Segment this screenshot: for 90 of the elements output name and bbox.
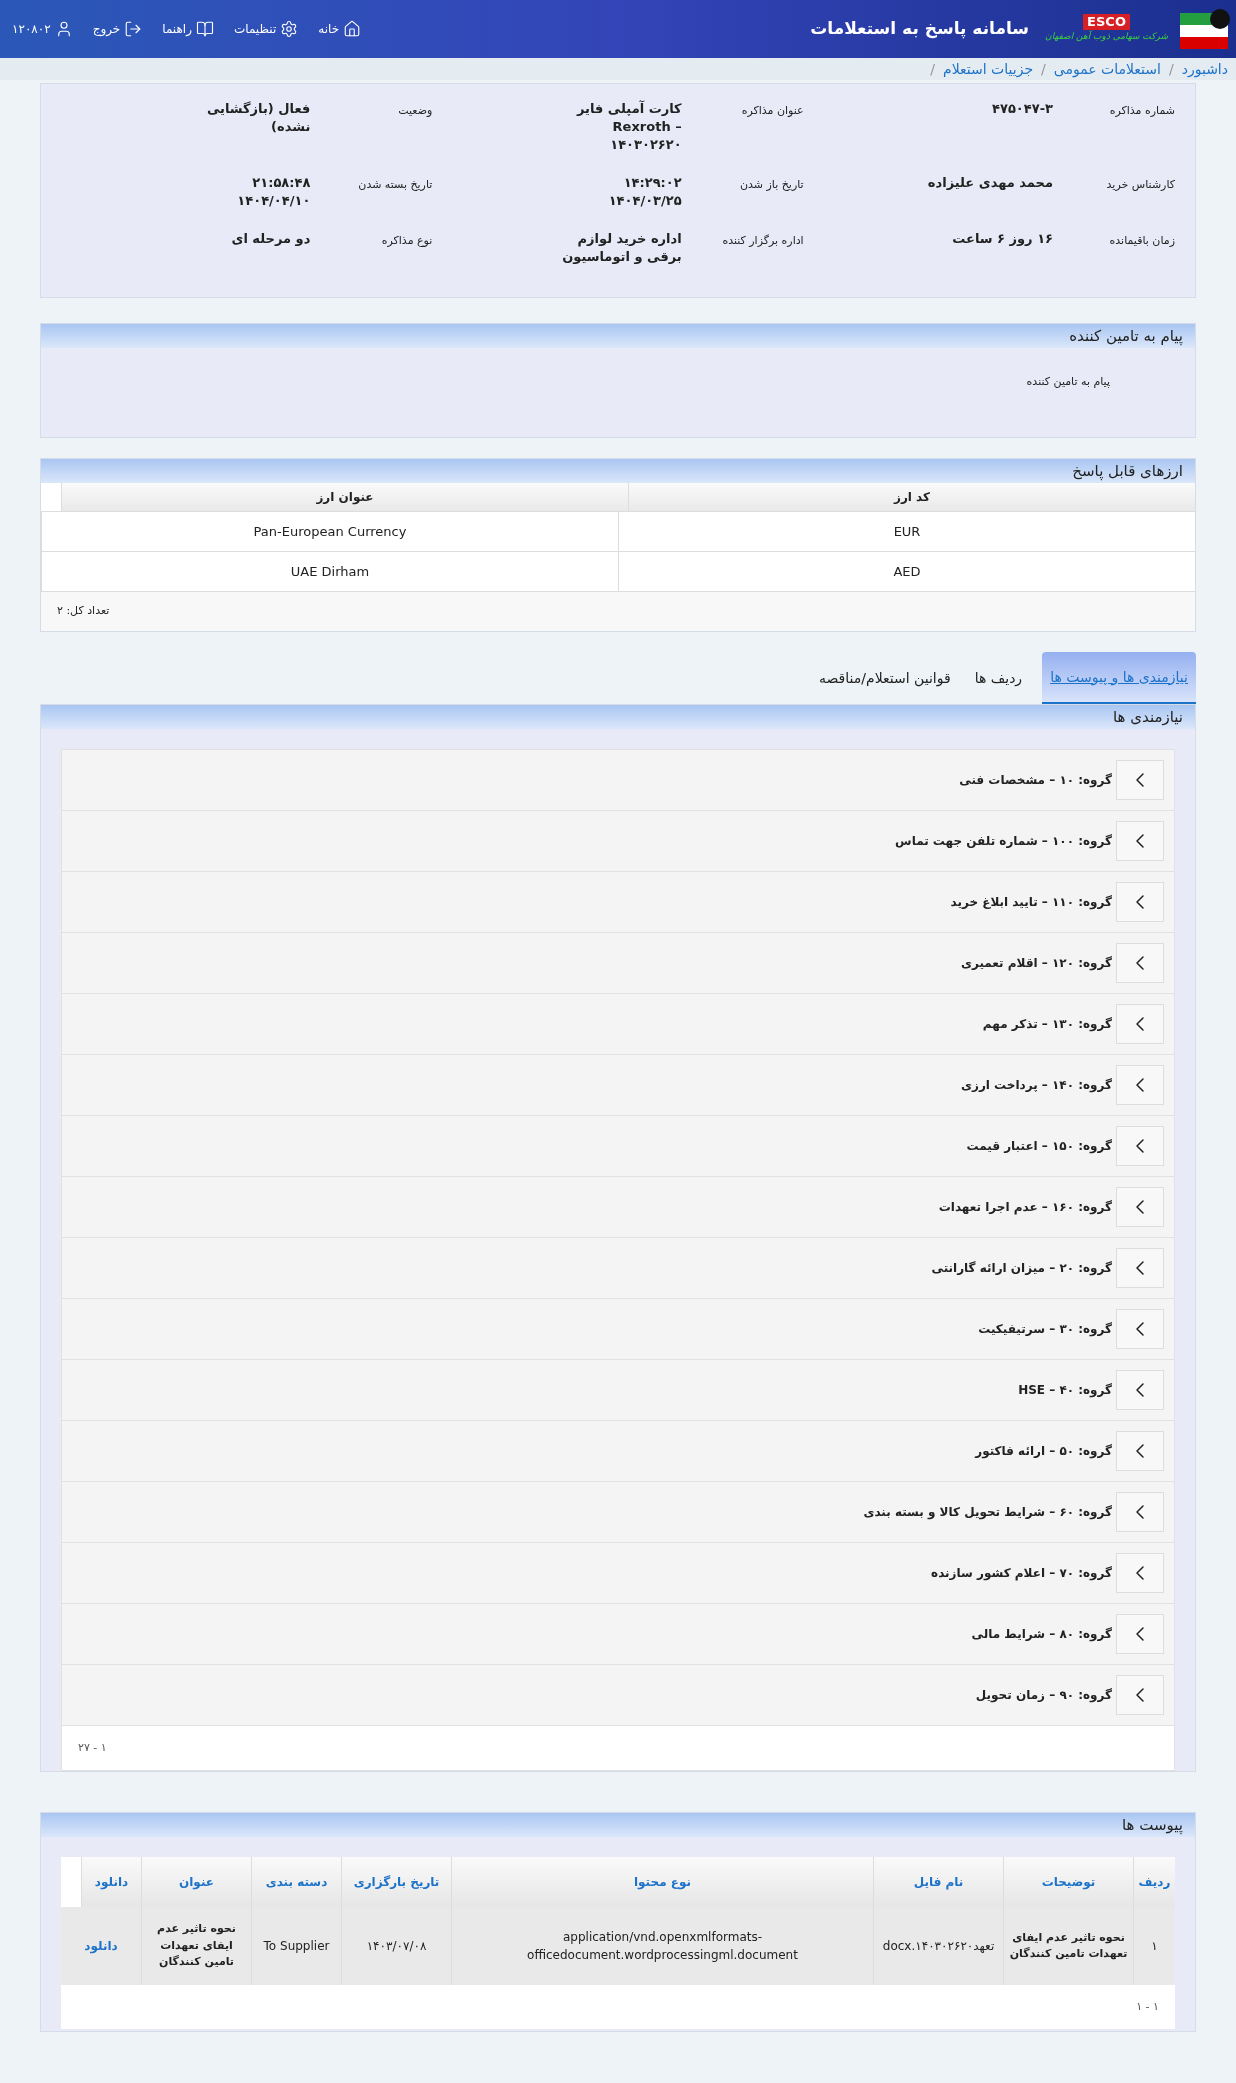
panel-header: نیازمندی ها — [41, 705, 1195, 729]
group-title: گروه: ۱۱۰ – تایید ابلاغ خرید — [950, 894, 1112, 911]
group-title: گروه: ۱۴۰ – پرداخت ارزی — [961, 1077, 1112, 1094]
home-icon — [343, 20, 362, 38]
panel-header: ارزهای قابل پاسخ — [41, 459, 1195, 483]
field-value: ۱۶ روز ۶ ساعت — [951, 230, 1053, 248]
group-title: گروه: ۳۰ – سرتیفیکیت — [978, 1321, 1112, 1338]
field-value: ۴۷۵۰۴۷-۳ — [991, 100, 1053, 118]
table-cell: ۱۴۰۳/۰۷/۰۸ — [341, 1907, 451, 1985]
group-title: گروه: ۷۰ – اعلام کشور سازنده — [931, 1565, 1112, 1582]
expand-button[interactable] — [1116, 1187, 1164, 1227]
book-icon — [195, 20, 214, 38]
field-label: اداره برگزار کننده — [721, 233, 804, 249]
expand-button[interactable] — [1116, 943, 1164, 983]
breadcrumb-separator: / — [1168, 59, 1174, 79]
group-title: گروه: ۱۵۰ – اعتبار قیمت — [966, 1138, 1112, 1155]
user-id: ۱۲۰۸۰۲ — [12, 21, 51, 38]
expand-button[interactable] — [1116, 1065, 1164, 1105]
nav-link[interactable]: تنظیمات — [233, 20, 299, 38]
expand-button[interactable] — [1116, 1492, 1164, 1532]
group-title: گروه: ۱۲۰ – اقلام تعمیری — [960, 955, 1112, 972]
panel-header: پیام به تامین کننده — [41, 324, 1195, 348]
field-label: عنوان مذاکره — [740, 103, 804, 119]
table-cell: Pan-European Currency — [41, 512, 618, 551]
field-value: محمد مهدی علیزاده — [926, 174, 1053, 192]
field-label: زمان باقیمانده — [1108, 233, 1175, 249]
table-cell: To Supplier — [251, 1907, 341, 1985]
expand-button[interactable] — [1116, 1614, 1164, 1654]
expand-button[interactable] — [1116, 1553, 1164, 1593]
table-cell: تعهد۱۴۰۳۰۲۶۲۰.docx — [873, 1907, 1003, 1985]
company-name: شرکت سهامی ذوب آهن اصفهان — [1045, 30, 1168, 44]
column-header: کد ارز — [628, 483, 1195, 511]
total-count: تعداد کل: ۲ — [57, 603, 110, 620]
column-header: عنوان ارز — [61, 483, 628, 511]
group-title: گروه: ۸۰ – شرایط مالی — [971, 1626, 1112, 1643]
table-cell: نحوه تاثیر عدم ایفای تعهدات تامین کنندگان — [141, 1907, 251, 1985]
group-title: گروه: ۱۳۰ – تذکر مهم — [982, 1016, 1112, 1033]
pagination-text: ۱ - ۲۷ — [78, 1739, 107, 1756]
tab[interactable]: ردیف ها — [970, 652, 1027, 704]
field-value: اداره خرید لوازم برقی و اتوماسیون — [561, 230, 682, 266]
group-title: گروه: ۱۶۰ – عدم اجرا تعهدات — [938, 1199, 1112, 1216]
expand-button[interactable] — [1116, 1126, 1164, 1166]
message-text: پیام به تامین کننده — [1026, 375, 1110, 388]
expand-button[interactable] — [1116, 1004, 1164, 1044]
expand-button[interactable] — [1116, 760, 1164, 800]
field-value: دو مرحله ای — [230, 230, 311, 248]
breadcrumb-link[interactable]: داشبورد — [1181, 58, 1228, 80]
nav-link[interactable]: راهنما — [162, 20, 214, 38]
nav-link[interactable]: خروج — [92, 20, 143, 38]
group-title: گروه: ۶۰ – شرایط تحویل کالا و بسته بندی — [863, 1504, 1112, 1521]
expand-button[interactable] — [1116, 1370, 1164, 1410]
field-value: کارت آمپلی فایر Rexroth – ۱۴۰۳۰۲۶۲۰ — [575, 100, 682, 154]
group-title: گروه: ۱۰ – مشخصات فنی — [959, 772, 1112, 789]
table-cell: نحوه تاثیر عدم ایفای تعهدات تامین کنندگان — [1003, 1907, 1133, 1985]
field-label: تاریخ باز شدن — [739, 177, 804, 193]
expand-button[interactable] — [1116, 821, 1164, 861]
field-label: وضعیت — [397, 103, 433, 119]
breadcrumb-separator: / — [1041, 59, 1046, 79]
settings-icon — [280, 20, 299, 38]
expand-button[interactable] — [1116, 1309, 1164, 1349]
app-title: سامانه پاسخ به استعلامات — [810, 17, 1030, 41]
field-label: کارشناس خرید — [1105, 177, 1175, 193]
table-cell: application/vnd.openxmlformats-officedocument.wordprocessingml.document — [451, 1907, 873, 1985]
group-title: گروه: ۹۰ – زمان تحویل — [975, 1687, 1112, 1704]
group-title: گروه: ۵۰ – ارائه فاکتور — [975, 1443, 1112, 1460]
pagination-text: ۱ - ۱ — [1136, 1998, 1159, 2015]
table-cell: EUR — [618, 512, 1195, 551]
group-title: گروه: ۱۰۰ – شماره تلفن جهت تماس — [895, 833, 1112, 850]
panel-header: پیوست ها — [41, 1813, 1195, 1837]
field-label: شماره مذاکره — [1108, 103, 1175, 119]
breadcrumb-link[interactable]: استعلامات عمومی — [1053, 58, 1161, 80]
expand-button[interactable] — [1116, 1675, 1164, 1715]
field-label: نوع مذاکره — [380, 233, 433, 249]
download-link[interactable]: دانلود — [84, 1937, 118, 1955]
field-value: ۱۴:۲۹:۰۲ ۱۴۰۴/۰۳/۲۵ — [607, 174, 682, 210]
breadcrumb-separator: / — [930, 59, 936, 79]
group-title: گروه: ۲۰ – میزان ارائه گارانتی — [931, 1260, 1112, 1277]
field-value: فعال (بازگشایی نشده) — [205, 100, 311, 136]
tab[interactable]: قوانین استعلام/مناقصه — [814, 652, 955, 704]
field-label: تاریخ بسته شدن — [357, 177, 433, 193]
breadcrumb-link[interactable]: جزییات استعلام — [943, 58, 1034, 80]
logout-icon — [124, 20, 143, 38]
table-cell: ۱ — [1133, 1907, 1175, 1985]
group-title: گروه: ۴۰ – HSE — [1018, 1382, 1112, 1399]
expand-button[interactable] — [1116, 882, 1164, 922]
nav-link[interactable]: خانه — [318, 20, 362, 38]
field-value: ۲۱:۵۸:۴۸ ۱۴۰۴/۰۴/۱۰ — [236, 174, 311, 210]
expand-button[interactable] — [1116, 1248, 1164, 1288]
expand-button[interactable] — [1116, 1431, 1164, 1471]
logo-text: ESCO — [1083, 14, 1130, 31]
